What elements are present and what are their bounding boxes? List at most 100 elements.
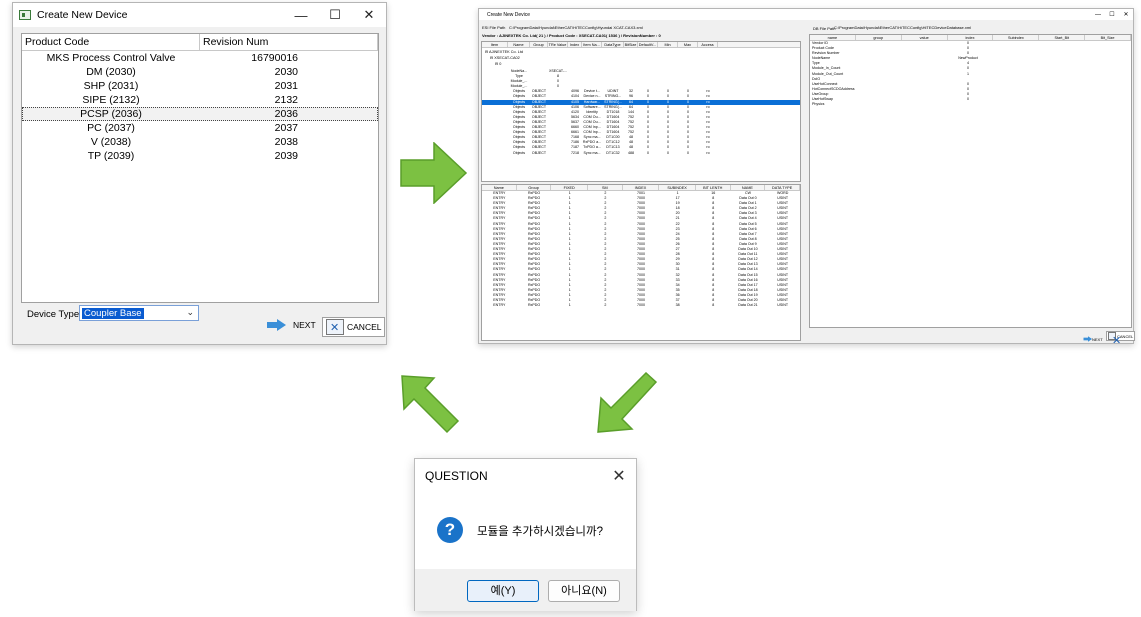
column-header[interactable]: FIXED bbox=[551, 185, 588, 190]
next-button[interactable]: NEXT bbox=[267, 319, 316, 331]
table-row[interactable]: DM (2030) 2030 bbox=[22, 65, 378, 79]
grid-cell: 2 bbox=[604, 303, 607, 308]
table-row[interactable]: Objects OBJECT 7218 Sync ma... DT1C32 488 0 0 0 r… bbox=[482, 151, 800, 156]
table-row[interactable]: TP (2039) 2039 bbox=[22, 149, 378, 163]
column-header[interactable]: Max bbox=[678, 42, 698, 47]
db-file-path[interactable]: C:\ProgramData\Hyundai\EtherCAT\HiTECCon… bbox=[834, 25, 971, 30]
grid-cell bbox=[548, 151, 568, 156]
cancel-button[interactable]: CANCEL bbox=[322, 317, 386, 337]
grid-cell: Objects bbox=[512, 150, 526, 155]
column-header[interactable]: Bit_Size bbox=[1085, 35, 1131, 40]
product-code-cell: PCSP (2036) bbox=[80, 108, 142, 120]
maximize-button[interactable]: ☐ bbox=[1105, 11, 1119, 18]
table-row[interactable]: MKS Process Control Valve 16790016 bbox=[22, 51, 378, 65]
create-device-window-2: Create New Device — ☐ ✕ ESI File Path C:… bbox=[478, 8, 1136, 347]
pdo-grid-body: ENTRY RxPDO 1 2 7001 1 16 CW WORD ENTRY RxPDO 1 2 700… bbox=[482, 191, 800, 308]
table-row[interactable]: Physics bbox=[810, 102, 1131, 107]
grid-cell: OBJECT bbox=[531, 150, 547, 155]
next-button[interactable]: NEXT bbox=[1083, 333, 1103, 345]
column-header-product-code[interactable]: Product Code bbox=[22, 34, 200, 50]
column-header[interactable]: name bbox=[810, 35, 856, 40]
table-row[interactable]: PCSP (2036) 2036 bbox=[22, 107, 378, 121]
product-code-cell: TP (2039) bbox=[87, 150, 135, 162]
column-header[interactable]: BitSize bbox=[624, 42, 638, 47]
dialog-message: 모듈을 추가하시겠습니까? bbox=[477, 526, 603, 538]
dialog-title: QUESTION bbox=[425, 468, 488, 483]
object-tree-grid[interactable]: Item Name Group TRe Value Index Item Na... Dat… bbox=[481, 41, 801, 182]
minimize-button[interactable]: — bbox=[1091, 12, 1105, 18]
next-label: NEXT bbox=[293, 320, 316, 330]
cancel-button[interactable]: CANCEL bbox=[1106, 331, 1136, 347]
revision-num-cell: 2132 bbox=[274, 94, 298, 106]
vendor-info: Vendor : AJINEXTEK Co. Ltd( 21 ) / Produ… bbox=[482, 33, 661, 38]
table-row[interactable]: SHP (2031) 2031 bbox=[22, 79, 378, 93]
minimize-button[interactable]: — bbox=[284, 8, 318, 23]
no-button[interactable]: 아니요(N) bbox=[548, 580, 620, 602]
column-header[interactable]: BIT LENTH bbox=[696, 185, 731, 190]
revision-num-cell: 2037 bbox=[274, 122, 298, 134]
table-row[interactable]: SIPE (2132) 2132 bbox=[22, 93, 378, 107]
grid-cell bbox=[482, 151, 508, 156]
column-header[interactable]: SM bbox=[588, 185, 623, 190]
column-header[interactable]: TRe Value bbox=[548, 42, 568, 47]
device-type-select[interactable]: Coupler Base ⌄ bbox=[79, 305, 199, 321]
column-header[interactable]: INDEX bbox=[623, 185, 660, 190]
column-header[interactable]: DefaultV... bbox=[638, 42, 658, 47]
grid-cell: 1 bbox=[568, 303, 571, 308]
column-header[interactable]: DataType bbox=[602, 42, 624, 47]
tree-node-vendor[interactable]: ⊟ AJINEXTEK Co. Ltd bbox=[485, 49, 523, 54]
column-header[interactable]: Name bbox=[482, 185, 517, 190]
arrow-right-icon bbox=[267, 319, 287, 331]
column-header[interactable]: Name bbox=[508, 42, 530, 47]
column-header[interactable]: Item Na... bbox=[582, 42, 602, 47]
column-header[interactable]: Group bbox=[517, 185, 552, 190]
tree-node-product[interactable]: ⊟ XSECAT-CA02 bbox=[490, 55, 520, 60]
column-header[interactable]: NAME bbox=[731, 185, 766, 190]
revision-num-cell: 16790016 bbox=[251, 52, 298, 64]
pdo-grid[interactable]: Name Group FIXED SM INDEX SUBINDEX BIT LENTH NA… bbox=[481, 184, 801, 341]
column-header[interactable]: Item bbox=[482, 42, 508, 47]
grid-cell: 7218 bbox=[571, 150, 579, 155]
table-row[interactable]: ENTRY RxPDO 1 2 7000 38 8 Data Out 21 USINT bbox=[482, 303, 800, 308]
db-file-path-label: DB File Path bbox=[813, 26, 836, 31]
device-type-value: Coupler Base bbox=[82, 307, 144, 319]
chevron-down-icon[interactable]: ⌄ bbox=[186, 307, 194, 318]
grid-cell bbox=[910, 102, 1026, 107]
column-header[interactable]: Group bbox=[530, 42, 548, 47]
table-row[interactable]: V (2038) 2038 bbox=[22, 135, 378, 149]
table-row[interactable]: PC (2037) 2037 bbox=[22, 121, 378, 135]
grid-cell: Sync ma... bbox=[583, 150, 601, 155]
tree-revision-label: 0 bbox=[499, 62, 502, 66]
column-header[interactable]: DATA TYPE bbox=[765, 185, 800, 190]
column-header[interactable]: index bbox=[948, 35, 994, 40]
product-grid[interactable]: Product Code Revision Num MKS Process Co… bbox=[21, 33, 379, 303]
esi-file-path[interactable]: C:\ProgramData\Hyundai\EtherCAT\HiTECCon… bbox=[509, 25, 643, 30]
column-header[interactable]: SUBINDEX bbox=[659, 185, 696, 190]
close-button[interactable]: ✕ bbox=[1119, 11, 1133, 18]
product-code-cell: PC (2037) bbox=[87, 122, 135, 134]
arrow-right-icon bbox=[1083, 336, 1093, 342]
title-bar: Create New Device — ☐ ✕ bbox=[479, 9, 1133, 20]
column-header[interactable]: Min bbox=[658, 42, 678, 47]
column-header[interactable]: Index bbox=[568, 42, 582, 47]
grid-cell: ENTRY bbox=[493, 303, 506, 308]
column-header[interactable]: Start_Bit bbox=[1039, 35, 1086, 40]
cancel-label: CANCEL bbox=[347, 322, 382, 332]
grid-body: MKS Process Control Valve 16790016 DM (203… bbox=[22, 51, 378, 163]
arrow-up-left-icon bbox=[401, 375, 460, 434]
product-code-cell: DM (2030) bbox=[86, 66, 136, 78]
question-icon: ? bbox=[437, 517, 463, 543]
column-header[interactable]: value bbox=[902, 35, 948, 40]
db-grid-body: Vendor ID 0 Product Code 0 Revision Number 0 N… bbox=[810, 41, 1131, 107]
column-header[interactable]: Subindex bbox=[993, 35, 1040, 40]
close-button[interactable]: ✕ bbox=[352, 7, 386, 23]
column-header[interactable]: Access bbox=[698, 42, 718, 47]
column-header[interactable]: group bbox=[856, 35, 902, 40]
grid-cell: ro bbox=[706, 150, 710, 155]
tree-node-revision[interactable]: ⊟ 0 bbox=[495, 61, 501, 66]
maximize-button[interactable]: ☐ bbox=[318, 7, 352, 23]
close-icon[interactable]: ✕ bbox=[602, 466, 636, 486]
yes-button[interactable]: 예(Y) bbox=[467, 580, 539, 602]
db-grid[interactable]: name group value index Subindex Start_Bit Bit_… bbox=[809, 34, 1132, 328]
column-header-revision-num[interactable]: Revision Num bbox=[200, 34, 378, 50]
